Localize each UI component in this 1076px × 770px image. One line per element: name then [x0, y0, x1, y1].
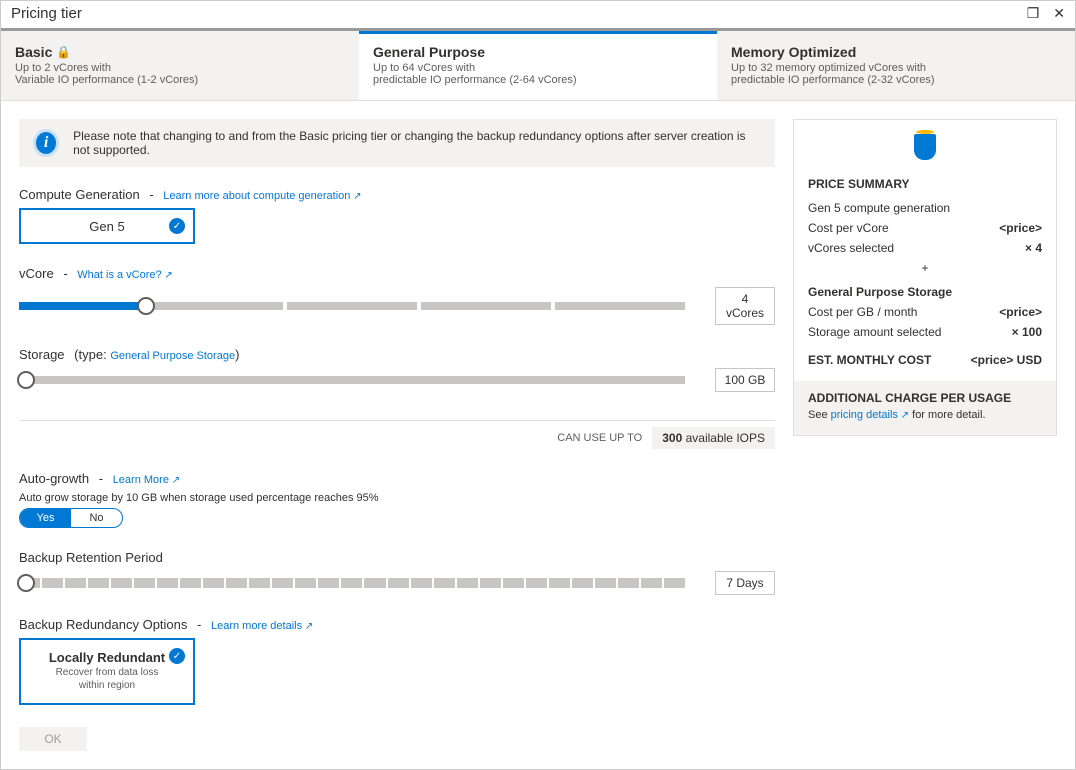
autogrow-desc: Auto grow storage by 10 GB when storage … [19, 492, 775, 504]
compute-generation-link[interactable]: Learn more about compute generation [163, 190, 361, 202]
pricing-tier-window: Pricing tier ❐ ✕ Basic 🔒 Up to 2 vCores w… [0, 0, 1076, 770]
storage-selected-label: Storage amount selected [808, 325, 941, 339]
additional-charge-prefix: See [808, 409, 831, 421]
backup-retention-label: Backup Retention Period [19, 550, 775, 565]
storage-slider[interactable] [19, 376, 685, 384]
vcore-label: vCore [19, 266, 54, 281]
redundancy-link[interactable]: Learn more details [211, 620, 313, 632]
tab-mo-title: Memory Optimized [731, 44, 1061, 60]
toggle-no: No [71, 509, 122, 527]
storage-type-suffix: ) [235, 347, 239, 362]
vcore-value: 4 vCores [715, 287, 775, 325]
compute-generation-section: Compute Generation - Learn more about co… [19, 187, 775, 244]
ok-button[interactable]: OK [19, 727, 87, 751]
locally-redundant-card[interactable]: Locally Redundant Recover from data loss… [19, 638, 195, 705]
additional-charge-suffix: for more detail. [909, 409, 985, 421]
cost-per-vcore-value: <price> [999, 221, 1042, 235]
vcore-link[interactable]: What is a vCore? [77, 269, 173, 281]
restore-icon[interactable]: ❐ [1027, 5, 1040, 22]
est-cost-value: <price> USD [971, 353, 1042, 367]
tab-gp-sub1: Up to 64 vCores with [373, 62, 703, 74]
storage-selected-value: × 100 [1012, 325, 1042, 339]
iops-row: CAN USE UP TO 300 available IOPS [19, 420, 775, 449]
plus-icon: + [808, 261, 1042, 275]
additional-charge-title: ADDITIONAL CHARGE PER USAGE [808, 391, 1042, 405]
est-cost-label: EST. MONTHLY COST [808, 353, 931, 367]
backup-retention-slider[interactable] [19, 578, 685, 588]
toggle-yes: Yes [20, 509, 71, 527]
additional-charge-box: ADDITIONAL CHARGE PER USAGE See pricing … [794, 381, 1056, 435]
info-banner-text: Please note that changing to and from th… [73, 129, 761, 157]
price-summary-title: PRICE SUMMARY [808, 177, 1042, 191]
autogrow-label: Auto-growth [19, 471, 89, 486]
autogrow-section: Auto-growth - Learn More Auto grow stora… [19, 471, 775, 528]
redundancy-section: Backup Redundancy Options - Learn more d… [19, 617, 775, 705]
database-icon [914, 134, 936, 160]
price-gen-line: Gen 5 compute generation [808, 201, 950, 215]
tab-general-purpose[interactable]: General Purpose Up to 64 vCores with pre… [359, 31, 717, 100]
tab-gp-sub2: predictable IO performance (2-64 vCores) [373, 74, 703, 86]
iops-value: 300 available IOPS [652, 427, 775, 449]
gen5-card[interactable]: Gen 5 ✓ [19, 208, 195, 244]
tier-tabs: Basic 🔒 Up to 2 vCores with Variable IO p… [1, 31, 1075, 101]
price-logo-area [794, 120, 1056, 177]
tab-memory-optimized[interactable]: Memory Optimized Up to 32 memory optimiz… [717, 31, 1075, 100]
price-summary-panel: PRICE SUMMARY Gen 5 compute generation C… [793, 119, 1057, 751]
gen5-label: Gen 5 [89, 219, 124, 234]
autogrow-toggle[interactable]: Yes No [19, 508, 123, 528]
storage-type-prefix: (type: [74, 347, 107, 362]
autogrow-link[interactable]: Learn More [113, 474, 180, 486]
tab-mo-sub2: predictable IO performance (2-32 vCores) [731, 74, 1061, 86]
storage-value: 100 GB [715, 368, 775, 392]
redundancy-label: Backup Redundancy Options [19, 617, 187, 632]
storage-label: Storage [19, 347, 65, 362]
tab-basic-sub1: Up to 2 vCores with [15, 62, 345, 74]
check-icon: ✓ [169, 218, 185, 234]
cost-per-vcore-label: Cost per vCore [808, 221, 889, 235]
redundancy-card-sub2: within region [29, 680, 185, 691]
info-banner: i Please note that changing to and from … [19, 119, 775, 167]
vcores-selected-value: × 4 [1025, 241, 1042, 255]
window-controls: ❐ ✕ [1027, 5, 1065, 22]
vcore-section: vCore - What is a vCore? 4 vCores [19, 266, 775, 325]
iops-label: CAN USE UP TO [557, 432, 642, 444]
lock-icon: 🔒 [56, 45, 71, 59]
redundancy-card-title: Locally Redundant [29, 650, 185, 665]
main-area: i Please note that changing to and from … [1, 101, 1075, 769]
info-icon: i [33, 129, 59, 157]
pricing-details-link[interactable]: pricing details [831, 409, 909, 421]
tab-mo-sub1: Up to 32 memory optimized vCores with [731, 62, 1061, 74]
vcores-selected-label: vCores selected [808, 241, 894, 255]
close-icon[interactable]: ✕ [1053, 5, 1065, 22]
vcore-slider[interactable] [19, 302, 685, 310]
backup-retention-value: 7 Days [715, 571, 775, 595]
redundancy-card-sub1: Recover from data loss [29, 667, 185, 678]
tab-basic[interactable]: Basic 🔒 Up to 2 vCores with Variable IO p… [1, 31, 359, 100]
cost-per-gb-value: <price> [999, 305, 1042, 319]
tab-basic-sub2: Variable IO performance (1-2 vCores) [15, 74, 345, 86]
cost-per-gb-label: Cost per GB / month [808, 305, 917, 319]
config-column: i Please note that changing to and from … [19, 119, 775, 751]
storage-type: General Purpose Storage [110, 350, 235, 362]
titlebar: Pricing tier ❐ ✕ [1, 1, 1075, 31]
tab-basic-title: Basic [15, 44, 52, 60]
tab-gp-title: General Purpose [373, 44, 703, 60]
compute-generation-label: Compute Generation [19, 187, 140, 202]
check-icon: ✓ [169, 648, 185, 664]
page-title: Pricing tier [11, 5, 82, 22]
storage-section: Storage (type: General Purpose Storage) … [19, 347, 775, 449]
backup-retention-section: Backup Retention Period 7 Days [19, 550, 775, 595]
price-storage-title: General Purpose Storage [808, 285, 1042, 299]
